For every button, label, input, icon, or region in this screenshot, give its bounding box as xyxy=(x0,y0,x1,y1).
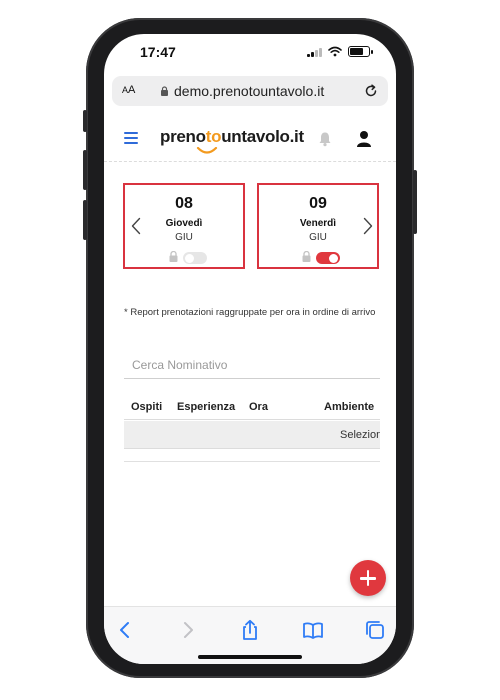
column-header-room[interactable]: Ambiente xyxy=(324,401,374,413)
status-icons xyxy=(307,46,373,57)
phone-volume-up xyxy=(83,150,87,190)
tabs-icon[interactable] xyxy=(364,619,386,641)
room-select[interactable]: Seleziona xyxy=(340,429,380,441)
search-input[interactable] xyxy=(124,351,380,379)
column-header-time[interactable]: Ora xyxy=(249,401,268,413)
add-booking-button[interactable] xyxy=(350,560,386,596)
column-header-experience[interactable]: Esperienza xyxy=(177,401,235,413)
table-divider xyxy=(124,461,380,462)
status-bar: 17:47 xyxy=(104,34,396,74)
signal-icon xyxy=(307,47,322,57)
logo-smile-icon xyxy=(196,147,218,154)
phone-volume-down xyxy=(83,200,87,240)
hamburger-menu-icon[interactable] xyxy=(124,132,138,144)
availability-toggle[interactable] xyxy=(316,252,340,264)
home-indicator[interactable] xyxy=(198,655,302,659)
column-header-guests[interactable]: Ospiti xyxy=(131,401,162,413)
phone-silent-switch xyxy=(83,110,87,132)
bookmarks-icon[interactable] xyxy=(302,619,324,641)
app-logo[interactable]: prenotountavolo.it xyxy=(160,127,304,147)
back-icon[interactable] xyxy=(114,619,136,641)
day-number: 09 xyxy=(309,195,327,212)
day-name: Giovedì xyxy=(165,218,203,229)
lock-icon xyxy=(161,86,168,96)
day-card-thursday[interactable]: 08 Giovedì GIU xyxy=(123,183,245,269)
day-number: 08 xyxy=(175,195,193,212)
browser-url-bar[interactable]: AA demo.prenotountavolo.it xyxy=(112,76,388,106)
lock-icon xyxy=(169,251,178,262)
app-header: prenotountavolo.it xyxy=(104,118,396,162)
chevron-right-icon[interactable] xyxy=(363,217,373,235)
reload-icon[interactable] xyxy=(362,82,380,100)
meal-label: GIU xyxy=(175,232,193,243)
meal-label: GIU xyxy=(309,232,327,243)
lock-icon xyxy=(302,251,311,262)
status-time: 17:47 xyxy=(140,44,176,60)
user-icon[interactable] xyxy=(356,130,372,147)
wifi-icon xyxy=(328,46,342,57)
forward-icon[interactable] xyxy=(177,619,199,641)
url-text[interactable]: demo.prenotountavolo.it xyxy=(174,83,324,99)
share-icon[interactable] xyxy=(239,619,261,641)
phone-power-button xyxy=(413,170,417,234)
text-size-button[interactable]: AA xyxy=(122,84,135,96)
report-note: * Report prenotazioni raggruppate per or… xyxy=(124,307,376,318)
battery-icon xyxy=(348,46,373,57)
day-name: Venerdì xyxy=(299,218,337,229)
availability-toggle[interactable] xyxy=(183,252,207,264)
bell-icon[interactable] xyxy=(318,131,332,147)
phone-screen: 17:47 AA demo.prenotountavolo.it prenoto… xyxy=(104,34,396,664)
table-row[interactable]: Seleziona xyxy=(124,421,380,449)
day-card-friday[interactable]: 09 Venerdì GIU xyxy=(257,183,379,269)
table-header: Ospiti Esperienza Ora Ambiente xyxy=(124,394,380,420)
